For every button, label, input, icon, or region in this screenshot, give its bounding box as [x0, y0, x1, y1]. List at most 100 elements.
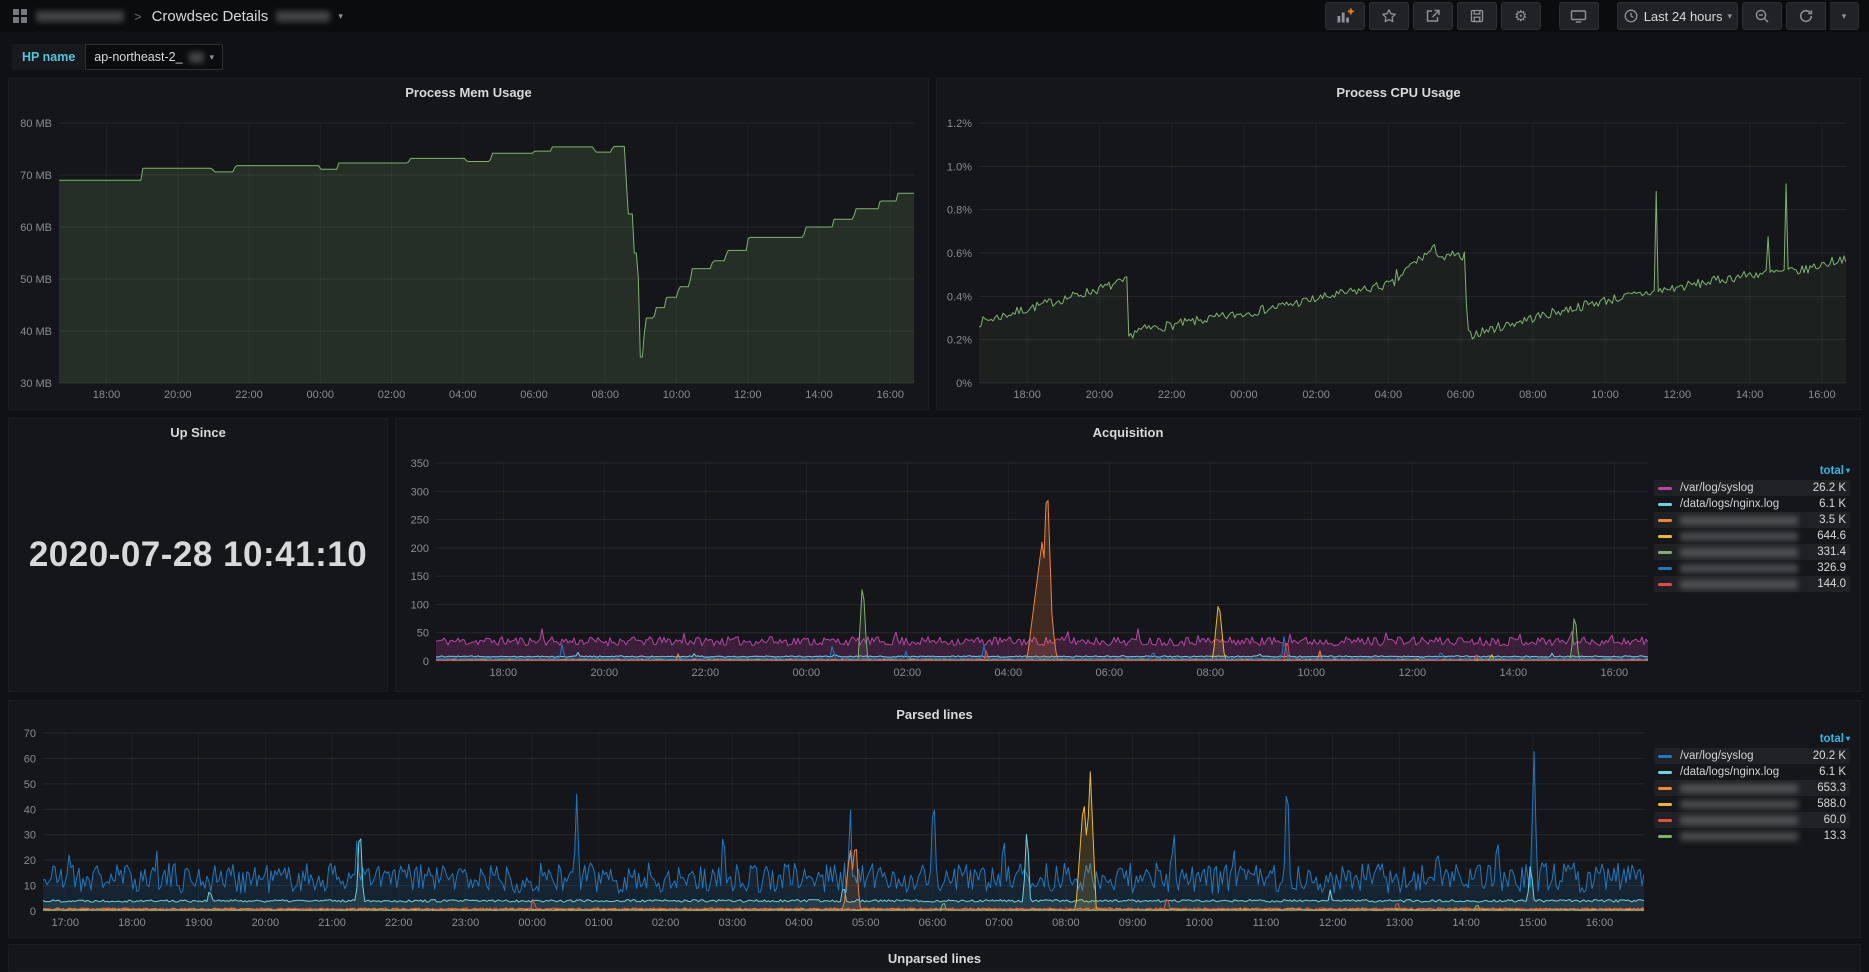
cpu-usage-chart[interactable]: 18:0020:0022:0000:0002:0004:0006:0008:00…: [937, 79, 1860, 409]
time-range-picker[interactable]: Last 24 hours ▾: [1617, 2, 1738, 30]
svg-text:10:00: 10:00: [663, 389, 691, 401]
svg-text:50: 50: [24, 779, 36, 791]
legend-series-total: 13.3: [1824, 830, 1846, 842]
svg-text:150: 150: [411, 571, 429, 583]
legend-row[interactable]: 331.4: [1654, 544, 1850, 560]
svg-text:10: 10: [24, 881, 36, 893]
svg-text:04:00: 04:00: [785, 917, 813, 929]
svg-text:20:00: 20:00: [1086, 389, 1114, 401]
svg-text:02:00: 02:00: [378, 389, 406, 401]
legend-row[interactable]: 144.0: [1654, 576, 1850, 592]
svg-text:0%: 0%: [956, 378, 972, 390]
parsed-lines-chart[interactable]: 17:0018:0019:0020:0021:0022:0023:0000:00…: [9, 701, 1654, 937]
svg-text:80 MB: 80 MB: [20, 118, 52, 130]
apps-grid-icon[interactable]: [12, 8, 28, 24]
legend-series-swatch: [1658, 755, 1672, 758]
svg-text:10:00: 10:00: [1591, 389, 1619, 401]
legend-row[interactable]: 3.5 K: [1654, 512, 1850, 528]
svg-text:20:00: 20:00: [252, 917, 280, 929]
dashboard-title[interactable]: Crowdsec Details: [152, 8, 269, 25]
panel-process-cpu-usage: Process CPU Usage 18:0020:0022:0000:0002…: [936, 78, 1861, 410]
save-button[interactable]: [1457, 2, 1497, 30]
navbar: > Crowdsec Details ▾ ⚙ Last 24 hours ▾: [0, 0, 1869, 32]
svg-text:10:00: 10:00: [1185, 917, 1213, 929]
legend-series-total: 644.6: [1817, 530, 1846, 542]
redacted-series-label: [1680, 516, 1798, 525]
svg-text:60 MB: 60 MB: [20, 222, 52, 234]
legend-series-total: 326.9: [1817, 562, 1846, 574]
panel-title-unparsed[interactable]: Unparsed lines: [9, 951, 1860, 966]
legend-series-swatch: [1658, 567, 1672, 570]
svg-text:0.8%: 0.8%: [947, 205, 972, 217]
svg-text:11:00: 11:00: [1253, 917, 1280, 929]
legend-series-swatch: [1658, 819, 1672, 822]
svg-text:04:00: 04:00: [1375, 389, 1403, 401]
svg-text:04:00: 04:00: [995, 667, 1023, 679]
svg-text:14:00: 14:00: [1500, 667, 1528, 679]
add-panel-button[interactable]: [1325, 2, 1365, 30]
svg-text:12:00: 12:00: [1399, 667, 1427, 679]
legend-row[interactable]: 60.0: [1654, 812, 1850, 828]
svg-text:30 MB: 30 MB: [20, 378, 52, 390]
panel-parsed-lines: Parsed lines 17:0018:0019:0020:0021:0022…: [8, 700, 1861, 938]
legend-row[interactable]: /var/log/syslog20.2 K: [1654, 748, 1850, 764]
svg-text:1.2%: 1.2%: [947, 118, 972, 130]
acquisition-chart[interactable]: 18:0020:0022:0000:0002:0004:0006:0008:00…: [396, 419, 1654, 691]
legend-row[interactable]: 326.9: [1654, 560, 1850, 576]
svg-text:0.2%: 0.2%: [947, 335, 972, 347]
share-button[interactable]: [1413, 2, 1453, 30]
redacted-folder-name[interactable]: [36, 11, 124, 22]
hp-name-dropdown[interactable]: ap-northeast-2_ ▾: [85, 44, 223, 70]
svg-text:03:00: 03:00: [719, 917, 747, 929]
svg-text:06:00: 06:00: [919, 917, 947, 929]
legend-series-total: 6.1 K: [1819, 498, 1846, 510]
svg-text:19:00: 19:00: [185, 917, 213, 929]
redacted-series-label: [1680, 564, 1798, 573]
svg-text:02:00: 02:00: [652, 917, 680, 929]
zoom-out-button[interactable]: [1742, 2, 1782, 30]
refresh-interval-dropdown[interactable]: ▾: [1830, 2, 1859, 30]
svg-text:08:00: 08:00: [1197, 667, 1225, 679]
panel-title-parsed[interactable]: Parsed lines: [9, 707, 1860, 722]
legend-row[interactable]: /data/logs/nginx.log6.1 K: [1654, 496, 1850, 512]
panel-title-cpu[interactable]: Process CPU Usage: [937, 85, 1860, 100]
legend-row[interactable]: 644.6: [1654, 528, 1850, 544]
svg-text:50: 50: [417, 628, 429, 640]
svg-text:21:00: 21:00: [318, 917, 346, 929]
legend-row[interactable]: 588.0: [1654, 796, 1850, 812]
cycle-view-mode-button[interactable]: [1559, 2, 1599, 30]
svg-text:08:00: 08:00: [1519, 389, 1547, 401]
legend-sort-header[interactable]: total▾: [1654, 463, 1850, 478]
legend-sort-header[interactable]: total▾: [1654, 731, 1850, 746]
legend-row[interactable]: 653.3: [1654, 780, 1850, 796]
svg-text:16:00: 16:00: [1808, 389, 1836, 401]
gear-icon: ⚙: [1514, 9, 1527, 24]
up-since-value: 2020-07-28 10:41:10: [9, 419, 387, 691]
legend-series-swatch: [1658, 787, 1672, 790]
legend-row[interactable]: 13.3: [1654, 828, 1850, 844]
panel-title-up-since[interactable]: Up Since: [9, 425, 387, 440]
legend-row[interactable]: /data/logs/nginx.log6.1 K: [1654, 764, 1850, 780]
svg-text:12:00: 12:00: [1664, 389, 1692, 401]
refresh-button[interactable]: [1786, 2, 1826, 30]
redacted-title-suffix: [276, 11, 330, 22]
legend-series-total: 26.2 K: [1813, 482, 1846, 494]
title-chevron-down-icon[interactable]: ▾: [338, 12, 343, 21]
panel-title-mem[interactable]: Process Mem Usage: [9, 85, 928, 100]
legend-series-label: /var/log/syslog: [1680, 482, 1754, 494]
mem-usage-chart[interactable]: 18:0020:0022:0000:0002:0004:0006:0008:00…: [9, 79, 928, 409]
variable-chevron-down-icon: ▾: [210, 53, 215, 62]
redacted-series-label: [1680, 816, 1798, 825]
svg-text:01:00: 01:00: [585, 917, 613, 929]
panel-title-acquisition[interactable]: Acquisition: [396, 425, 1860, 440]
svg-text:30: 30: [24, 830, 36, 842]
svg-text:40: 40: [24, 804, 36, 816]
redacted-series-label: [1680, 832, 1798, 841]
svg-text:14:00: 14:00: [1452, 917, 1480, 929]
legend-row[interactable]: /var/log/syslog 26.2 K: [1654, 480, 1850, 496]
settings-button[interactable]: ⚙: [1501, 2, 1541, 30]
panel-process-mem-usage: Process Mem Usage 18:0020:0022:0000:0002…: [8, 78, 929, 410]
svg-text:12:00: 12:00: [734, 389, 762, 401]
svg-text:23:00: 23:00: [452, 917, 480, 929]
star-button[interactable]: [1369, 2, 1409, 30]
